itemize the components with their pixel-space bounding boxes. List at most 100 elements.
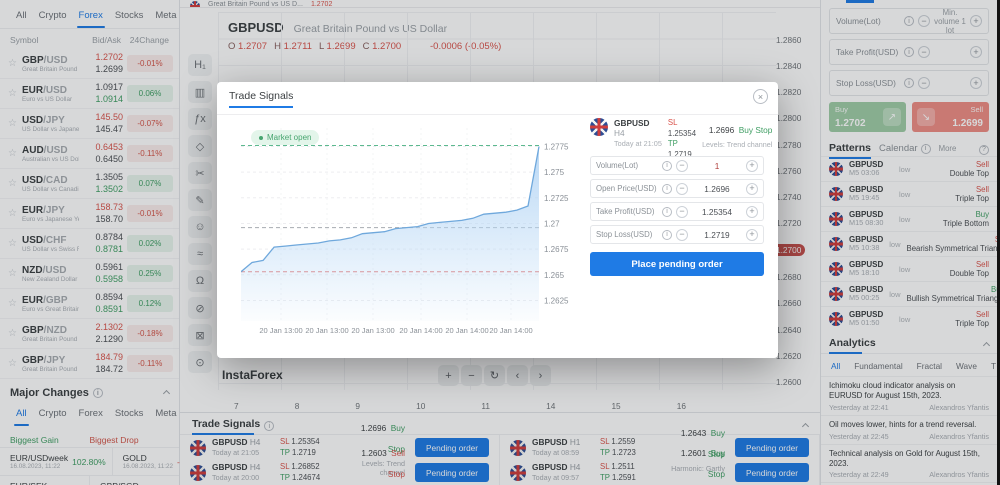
- drawing-tool-icon[interactable]: ◇: [188, 135, 212, 157]
- analytics-tab[interactable]: Fundamental: [848, 358, 908, 374]
- decrement-button[interactable]: −: [676, 229, 688, 241]
- info-icon[interactable]: i: [904, 47, 914, 57]
- order-form-field[interactable]: Volume(Lot) i − Min. volume 1 lot +: [829, 8, 989, 34]
- analytics-tab[interactable]: T: [985, 358, 997, 374]
- pattern-row[interactable]: GBPUSD M5 03:06 low Sell Double Top: [821, 156, 997, 181]
- drawing-tool-icon[interactable]: H₁: [188, 54, 212, 76]
- pending-order-button[interactable]: Pending order: [735, 438, 809, 457]
- favorite-star-icon[interactable]: ☆: [8, 88, 22, 99]
- decrement-button[interactable]: −: [676, 160, 688, 172]
- collapse-icon[interactable]: [983, 341, 990, 348]
- favorite-star-icon[interactable]: ☆: [8, 148, 22, 159]
- chart-control-button[interactable]: ›: [530, 365, 551, 386]
- chart-control-button[interactable]: ‹: [507, 365, 528, 386]
- trade-signal-card[interactable]: GBPUSD H4 Today at 21:05 SL 1.25354 TP 1…: [180, 435, 500, 460]
- favorite-star-icon[interactable]: ☆: [8, 268, 22, 279]
- drawing-tool-icon[interactable]: ⊙: [188, 351, 212, 373]
- analytics-item[interactable]: Technical analysis on Gold for August 15…: [821, 444, 997, 483]
- sell-button[interactable]: ↘ Sell 1.2699: [912, 102, 989, 132]
- pattern-row[interactable]: GBPUSD M5 18:10 low Sell Double Top: [821, 256, 997, 281]
- chart-control-button[interactable]: ↻: [484, 365, 505, 386]
- watchlist-tab[interactable]: Stocks: [109, 6, 150, 28]
- analytics-tab[interactable]: Fractal: [911, 358, 948, 374]
- order-form-field[interactable]: Stop Loss(USD) i − 1.2719 +: [590, 225, 764, 244]
- major-changes-tab[interactable]: Meta: [149, 404, 182, 426]
- increment-button[interactable]: +: [746, 183, 758, 195]
- increment-button[interactable]: +: [746, 229, 758, 241]
- decrement-button[interactable]: −: [918, 15, 930, 27]
- field-value[interactable]: 1.2719: [692, 230, 742, 240]
- modal-title-tab[interactable]: Trade Signals: [229, 90, 293, 108]
- field-value[interactable]: 1.25354: [692, 207, 742, 217]
- favorite-star-icon[interactable]: ☆: [8, 328, 22, 339]
- pattern-row[interactable]: GBPUSD M5 10:38 low Sell Bearish Symmetr…: [821, 231, 997, 256]
- drawing-tool-icon[interactable]: ▥: [188, 81, 212, 103]
- order-form-field[interactable]: Take Profit(USD) i − 1.25354 +: [590, 202, 764, 221]
- info-icon[interactable]: i: [264, 421, 274, 431]
- drawing-tool-icon[interactable]: ⊠: [188, 324, 212, 346]
- trade-signal-card[interactable]: GBPUSD H4 Today at 20:00 SL 1.26852 TP 1…: [180, 460, 500, 485]
- chart-control-button[interactable]: +: [438, 365, 459, 386]
- increment-button[interactable]: +: [970, 77, 982, 89]
- drawing-tool-icon[interactable]: ✎: [188, 189, 212, 211]
- info-icon[interactable]: i: [904, 16, 914, 26]
- collapse-icon[interactable]: [802, 422, 809, 429]
- watchlist-row[interactable]: ☆ AUD/USD Australian vs US Dollar 0.6453…: [0, 139, 179, 169]
- pending-order-button[interactable]: Pending order: [735, 463, 809, 482]
- pattern-row[interactable]: GBPUSD M5 01:50 low Sell Triple Top: [821, 306, 997, 331]
- pending-order-button[interactable]: Pending order: [415, 463, 489, 482]
- drawing-tool-icon[interactable]: ≈: [188, 243, 212, 265]
- order-form-field[interactable]: Volume(Lot) i − 1 +: [590, 156, 764, 175]
- tab-patterns[interactable]: Patterns: [829, 142, 871, 159]
- analytics-tab[interactable]: All: [825, 358, 846, 374]
- analytics-tab[interactable]: Wave: [950, 358, 983, 374]
- pattern-row[interactable]: GBPUSD M5 00:25 low Buy Bullish Symmetri…: [821, 281, 997, 306]
- increment-button[interactable]: +: [746, 206, 758, 218]
- drawing-tool-icon[interactable]: ✂: [188, 162, 212, 184]
- favorite-star-icon[interactable]: ☆: [8, 358, 22, 369]
- major-changes-tab[interactable]: Stocks: [109, 404, 150, 426]
- order-form-field[interactable]: Open Price(USD) i − 1.2696 +: [590, 179, 764, 198]
- major-changes-tab[interactable]: Forex: [73, 404, 109, 426]
- pending-order-button[interactable]: Pending order: [415, 438, 489, 457]
- major-changes-tab[interactable]: Crypto: [33, 404, 73, 426]
- more-link[interactable]: More: [939, 144, 957, 153]
- place-pending-order-button[interactable]: Place pending order: [590, 252, 764, 276]
- watchlist-tab[interactable]: Forex: [73, 6, 109, 28]
- watchlist-row[interactable]: ☆ USD/JPY US Dollar vs Japanese Yen 145.…: [0, 109, 179, 139]
- watchlist-row[interactable]: ☆ EUR/GBP Euro vs Great Britain Pound 0.…: [0, 289, 179, 319]
- info-icon[interactable]: i: [93, 388, 103, 398]
- analytics-item[interactable]: Oil moves lower, hints for a trend rever…: [821, 415, 997, 444]
- drop-next-item[interactable]: GBP/SGD: [90, 476, 179, 485]
- watchlist-row[interactable]: ☆ EUR/USD Euro vs US Dollar 1.0917 1.091…: [0, 79, 179, 109]
- increment-button[interactable]: +: [746, 160, 758, 172]
- watchlist-row[interactable]: ☆ EUR/JPY Euro vs Japanese Yen 158.73 15…: [0, 199, 179, 229]
- watchlist-tab[interactable]: All: [10, 6, 33, 28]
- watchlist-tab[interactable]: Meta: [149, 6, 182, 28]
- info-icon[interactable]: i: [662, 184, 672, 194]
- major-changes-tab[interactable]: All: [10, 404, 33, 426]
- drawing-tool-icon[interactable]: ⊘: [188, 297, 212, 319]
- help-icon[interactable]: ?: [979, 145, 989, 155]
- favorite-star-icon[interactable]: ☆: [8, 118, 22, 129]
- field-value[interactable]: 1.2696: [692, 184, 742, 194]
- info-icon[interactable]: i: [662, 161, 672, 171]
- biggest-gain-item[interactable]: EUR/USDweek 16.08.2023, 11:22 102.80%: [0, 448, 113, 475]
- drawing-tool-icon[interactable]: ☺: [188, 216, 212, 238]
- pattern-row[interactable]: GBPUSD M5 19:45 low Sell Triple Top: [821, 181, 997, 206]
- watchlist-row[interactable]: ☆ GBP/NZD Great Britain Pound vs New ...…: [0, 319, 179, 349]
- watchlist-row[interactable]: ☆ USD/CHF US Dollar vs Swiss Franc 0.878…: [0, 229, 179, 259]
- chart-control-button[interactable]: −: [461, 365, 482, 386]
- order-form-field[interactable]: Stop Loss(USD) i − +: [829, 70, 989, 96]
- favorite-star-icon[interactable]: ☆: [8, 238, 22, 249]
- decrement-button[interactable]: −: [918, 46, 930, 58]
- watchlist-row[interactable]: ☆ GBP/JPY Great Britain Pound vs Japa...…: [0, 349, 179, 379]
- field-value[interactable]: Min. volume 1 lot: [934, 8, 966, 35]
- favorite-star-icon[interactable]: ☆: [8, 208, 22, 219]
- drawing-tool-icon[interactable]: Ω: [188, 270, 212, 292]
- info-icon[interactable]: i: [662, 207, 672, 217]
- decrement-button[interactable]: −: [918, 77, 930, 89]
- tab-calendar[interactable]: Calendari: [879, 143, 931, 154]
- watchlist-row[interactable]: ☆ USD/CAD US Dollar vs Canadian 1.3505 1…: [0, 169, 179, 199]
- analytics-item[interactable]: Ichimoku cloud indicator analysis on EUR…: [821, 376, 997, 415]
